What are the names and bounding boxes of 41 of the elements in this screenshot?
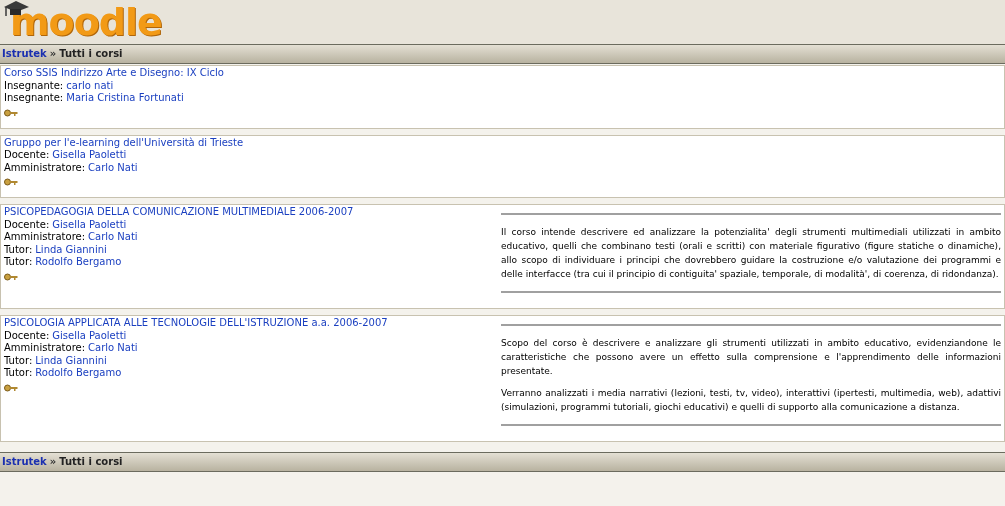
staff-name-link[interactable]: Carlo Nati: [88, 161, 138, 174]
staff-name-link[interactable]: Linda Giannini: [35, 354, 107, 367]
course-title-link[interactable]: Gruppo per l'e-learning dell'Università di Trieste: [4, 136, 501, 149]
breadcrumb-link[interactable]: Istrutek: [2, 47, 47, 61]
staff-role: Tutor:: [4, 354, 33, 367]
breadcrumb-separator: »: [49, 455, 57, 469]
breadcrumb-link[interactable]: Istrutek: [2, 455, 47, 469]
course-summary: Il corso intende descrivere ed analizzare la potenzialita' degli strumenti multimediali utilizzati in ambito educativo, quelli che combinano testi (orali e scritti) con materiale figurativo (figure statiche o dinamiche), allo scopo di individuare i principi che dovrebbero guidare la costruzione e/o valutazione dei programmi e delle interfacce (tra cui il principio di contiguita' spaziale, temporale, di modalità', di coerenza, di ridondanza).: [501, 226, 1001, 281]
staff-name-link[interactable]: Gisella Paoletti: [52, 218, 127, 231]
breadcrumb-current: Tutti i corsi: [59, 47, 123, 61]
course-title-link[interactable]: PSICOPEDAGOGIA DELLA COMUNICAZIONE MULTIMEDIALE 2006-2007: [4, 206, 501, 219]
staff-role: Insegnante:: [4, 92, 64, 105]
staff-name-link[interactable]: Rodolfo Bergamo: [35, 367, 122, 380]
staff-role: Amministratore:: [4, 231, 86, 244]
staff-name-link[interactable]: Carlo Nati: [88, 342, 138, 355]
staff-role: Docente:: [4, 329, 50, 342]
course-title-link[interactable]: Corso SSIS Indirizzo Arte e Disegno: IX Ciclo: [4, 67, 501, 80]
staff-name-link[interactable]: Gisella Paoletti: [52, 329, 127, 342]
breadcrumb-current: Tutti i corsi: [59, 455, 123, 469]
staff-role: Tutor:: [4, 243, 33, 256]
key-icon: [4, 178, 18, 186]
staff-name-link[interactable]: Maria Cristina Fortunati: [66, 92, 184, 105]
staff-role: Tutor:: [4, 367, 33, 380]
staff-role: Amministratore:: [4, 161, 86, 174]
staff-role: Amministratore:: [4, 342, 86, 355]
staff-role: Tutor:: [4, 256, 33, 269]
staff-name-link[interactable]: carlo nati: [66, 79, 114, 92]
key-icon: [4, 272, 18, 281]
course-title-link[interactable]: PSICOLOGIA APPLICATA ALLE TECNOLOGIE DELL'ISTRUZIONE a.a. 2006-2007: [4, 317, 501, 330]
course-summary: Verranno analizzati i media narrativi (lezioni, testi, tv, video), interattivi (ipertesti, multimedia, web), adattivi (simulazioni, programmi tutoriali, giochi educativi) e quelli di supporto alla comunicazione a distanza.: [501, 387, 1001, 414]
staff-name-link[interactable]: Linda Giannini: [35, 243, 107, 256]
staff-name-link[interactable]: Gisella Paoletti: [52, 149, 127, 162]
course-summary: Scopo del corso è descrivere e analizzare gli strumenti utilizzati in ambito educativo, evidenziandone le caratteristiche che possono avere un effetto sulla comprensione e l'apprendimento delle informazioni presentate.: [501, 337, 1001, 378]
key-icon: [4, 108, 18, 117]
staff-name-link[interactable]: Rodolfo Bergamo: [35, 256, 122, 269]
staff-role: Docente:: [4, 218, 50, 231]
breadcrumb-separator: »: [49, 47, 57, 61]
key-icon: [4, 383, 18, 392]
staff-name-link[interactable]: Carlo Nati: [88, 231, 138, 244]
staff-role: Insegnante:: [4, 79, 64, 92]
staff-role: Docente:: [4, 149, 50, 162]
